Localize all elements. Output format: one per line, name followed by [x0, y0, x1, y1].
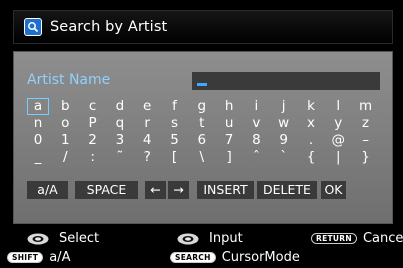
key-t[interactable]: t — [191, 115, 213, 132]
key-h[interactable]: h — [218, 98, 240, 115]
key-4[interactable]: 4 — [136, 132, 158, 149]
key-backtick[interactable]: ` — [273, 149, 295, 166]
header-bar: Search by Artist — [13, 10, 393, 44]
key-c[interactable]: c — [82, 98, 104, 115]
guide-cancel-label: Cancel — [362, 231, 403, 246]
key-colon[interactable]: : — [82, 149, 104, 166]
keyboard-row-4: _ / : ˜ ? [ \ ] ˆ ` { | } — [27, 149, 372, 166]
delete-button[interactable]: DELETE — [257, 181, 317, 199]
cursor-left-button[interactable]: ← — [145, 181, 166, 199]
key-u[interactable]: u — [218, 115, 240, 132]
key-at[interactable]: @ — [327, 132, 349, 149]
artist-name-label: Artist Name — [27, 72, 111, 88]
guide-select: Select — [27, 231, 99, 246]
guide-input: Input — [177, 231, 243, 246]
key-d[interactable]: d — [109, 98, 131, 115]
key-period[interactable]: . — [300, 132, 322, 149]
key-w[interactable]: w — [273, 115, 295, 132]
key-r[interactable]: r — [136, 115, 158, 132]
key-k[interactable]: k — [300, 98, 322, 115]
guide-cursor-mode: SEARCH CursorMode — [170, 250, 300, 265]
key-question[interactable]: ? — [136, 149, 158, 166]
key-1[interactable]: 1 — [54, 132, 76, 149]
key-q[interactable]: q — [109, 115, 131, 132]
key-v[interactable]: v — [245, 115, 267, 132]
key-underscore[interactable]: _ — [27, 149, 49, 166]
key-caret[interactable]: ˆ — [245, 149, 267, 166]
key-tilde[interactable]: ˜ — [109, 149, 131, 166]
key-p[interactable]: P — [82, 115, 104, 132]
shift-key-icon: SHIFT — [7, 252, 44, 263]
key-x[interactable]: x — [300, 115, 322, 132]
keyboard-row-1: a b c d e f g h i j k l m — [27, 98, 372, 115]
key-i[interactable]: i — [245, 98, 267, 115]
key-rbracket[interactable]: ] — [218, 149, 240, 166]
key-b[interactable]: b — [54, 98, 76, 115]
guide-input-label: Input — [209, 231, 243, 246]
keyboard-row-3: 0 1 2 3 4 5 6 7 8 9 . @ – — [27, 132, 372, 149]
key-3[interactable]: 3 — [109, 132, 131, 149]
key-pipe[interactable]: | — [327, 149, 349, 166]
text-cursor — [197, 83, 207, 86]
key-backslash[interactable]: \ — [191, 149, 213, 166]
key-7[interactable]: 7 — [218, 132, 240, 149]
keyboard-row-2: n o P q r s t u v w x y z — [27, 115, 372, 132]
return-key-icon: RETURN — [311, 233, 357, 244]
dpad-icon — [27, 233, 49, 244]
key-z[interactable]: z — [355, 115, 377, 132]
button-guide: Select Input RETURN Cancel SHIFT a/A SEA… — [0, 228, 403, 268]
key-y[interactable]: y — [327, 115, 349, 132]
dpad-icon — [177, 233, 199, 244]
key-2[interactable]: 2 — [82, 132, 104, 149]
key-m[interactable]: m — [355, 98, 377, 115]
key-e[interactable]: e — [136, 98, 158, 115]
search-icon — [24, 18, 42, 36]
key-5[interactable]: 5 — [164, 132, 186, 149]
key-6[interactable]: 6 — [191, 132, 213, 149]
key-o[interactable]: o — [54, 115, 76, 132]
key-f[interactable]: f — [164, 98, 186, 115]
key-g[interactable]: g — [191, 98, 213, 115]
page-title: Search by Artist — [50, 19, 168, 35]
search-key-icon: SEARCH — [170, 252, 216, 263]
key-0[interactable]: 0 — [27, 132, 49, 149]
ok-button[interactable]: OK — [321, 181, 346, 199]
key-a[interactable]: a — [27, 98, 49, 115]
artist-name-input[interactable] — [192, 72, 380, 90]
key-dash[interactable]: – — [355, 132, 377, 149]
guide-case: SHIFT a/A — [7, 250, 70, 265]
cursor-right-button[interactable]: → — [168, 181, 189, 199]
key-slash[interactable]: / — [54, 149, 76, 166]
guide-cursor-mode-label: CursorMode — [221, 250, 300, 265]
space-button[interactable]: SPACE — [75, 181, 138, 199]
key-j[interactable]: j — [273, 98, 295, 115]
guide-case-label: a/A — [49, 250, 71, 265]
key-n[interactable]: n — [27, 115, 49, 132]
key-s[interactable]: s — [164, 115, 186, 132]
key-9[interactable]: 9 — [273, 132, 295, 149]
insert-button[interactable]: INSERT — [197, 181, 254, 199]
key-8[interactable]: 8 — [245, 132, 267, 149]
key-lbracket[interactable]: [ — [164, 149, 186, 166]
guide-select-label: Select — [59, 231, 100, 246]
key-rbrace[interactable]: } — [355, 149, 377, 166]
case-toggle-button[interactable]: a/A — [27, 181, 68, 199]
key-lbrace[interactable]: { — [300, 149, 322, 166]
key-l[interactable]: l — [327, 98, 349, 115]
character-grid: a b c d e f g h i j k l m n o P q r s t … — [27, 98, 372, 166]
guide-cancel: RETURN Cancel — [311, 231, 403, 246]
